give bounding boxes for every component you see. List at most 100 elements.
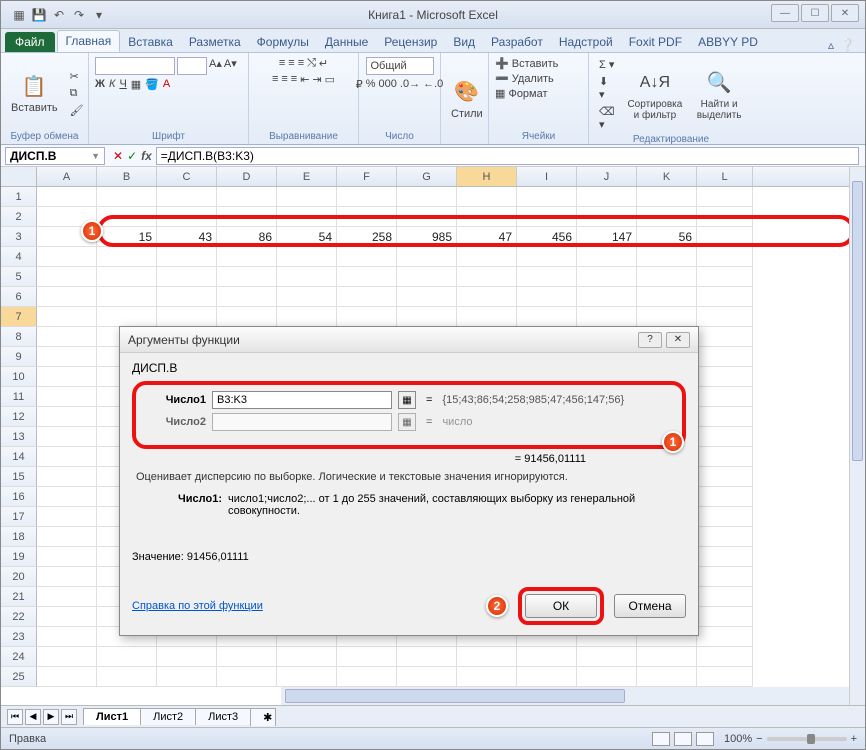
cell-A22[interactable]	[37, 607, 97, 627]
cell-A23[interactable]	[37, 627, 97, 647]
cell-I4[interactable]	[517, 247, 577, 267]
row-header-13[interactable]: 13	[1, 427, 37, 447]
col-header-L[interactable]: L	[697, 167, 753, 186]
row-header-16[interactable]: 16	[1, 487, 37, 507]
dialog-help-icon[interactable]: ?	[638, 332, 662, 348]
cell-I6[interactable]	[517, 287, 577, 307]
cell-H5[interactable]	[457, 267, 517, 287]
format-painter-icon[interactable]: 🖌	[66, 103, 88, 118]
cell-H24[interactable]	[457, 647, 517, 667]
cell-F1[interactable]	[337, 187, 397, 207]
cell-A14[interactable]	[37, 447, 97, 467]
arg2-input[interactable]	[212, 413, 392, 431]
cell-E1[interactable]	[277, 187, 337, 207]
cell-J6[interactable]	[577, 287, 637, 307]
cell-G4[interactable]	[397, 247, 457, 267]
enter-formula-icon[interactable]: ✓	[127, 149, 137, 163]
cell-L24[interactable]	[697, 647, 753, 667]
cell-I5[interactable]	[517, 267, 577, 287]
cell-A13[interactable]	[37, 427, 97, 447]
horizontal-scrollbar[interactable]	[281, 687, 849, 705]
cell-B6[interactable]	[97, 287, 157, 307]
cell-I25[interactable]	[517, 667, 577, 687]
maximize-button[interactable]: ☐	[801, 4, 829, 22]
decrease-font-icon[interactable]: A▾	[224, 57, 237, 75]
cell-I24[interactable]	[517, 647, 577, 667]
currency-icon[interactable]: ₽	[356, 78, 363, 91]
name-box[interactable]: ДИСП.В ▼	[5, 147, 105, 165]
fill-icon[interactable]: ⬇ ▾	[595, 74, 619, 102]
col-header-K[interactable]: K	[637, 167, 697, 186]
col-header-B[interactable]: B	[97, 167, 157, 186]
cell-G6[interactable]	[397, 287, 457, 307]
cell-K3[interactable]: 56	[637, 227, 697, 247]
cell-B3[interactable]: 15	[97, 227, 157, 247]
cell-I3[interactable]: 456	[517, 227, 577, 247]
cell-K4[interactable]	[637, 247, 697, 267]
cell-L18[interactable]	[697, 527, 753, 547]
cell-C2[interactable]	[157, 207, 217, 227]
cell-F2[interactable]	[337, 207, 397, 227]
sheet-nav-last-icon[interactable]: ⏭	[61, 709, 77, 725]
col-header-E[interactable]: E	[277, 167, 337, 186]
cell-E6[interactable]	[277, 287, 337, 307]
cell-K6[interactable]	[637, 287, 697, 307]
cell-C25[interactable]	[157, 667, 217, 687]
autosum-icon[interactable]: Σ ▾	[595, 57, 619, 72]
sort-filter-button[interactable]: A↓Я Сортировка и фильтр	[623, 67, 688, 123]
cell-D24[interactable]	[217, 647, 277, 667]
view-pagelayout-icon[interactable]	[674, 732, 692, 746]
cell-L22[interactable]	[697, 607, 753, 627]
cell-L12[interactable]	[697, 407, 753, 427]
tab-home[interactable]: Главная	[57, 30, 121, 52]
cell-J24[interactable]	[577, 647, 637, 667]
cell-B4[interactable]	[97, 247, 157, 267]
name-box-dropdown-icon[interactable]: ▼	[91, 151, 100, 161]
fill-color-icon[interactable]: 🪣	[145, 78, 159, 91]
tab-formulas[interactable]: Формулы	[249, 32, 317, 52]
cell-A8[interactable]	[37, 327, 97, 347]
cell-F5[interactable]	[337, 267, 397, 287]
cell-A15[interactable]	[37, 467, 97, 487]
cell-L23[interactable]	[697, 627, 753, 647]
hscroll-thumb[interactable]	[285, 689, 625, 703]
inc-decimal-icon[interactable]: .0→	[400, 78, 420, 91]
cell-C7[interactable]	[157, 307, 217, 327]
indent-dec-icon[interactable]: ⇤	[300, 73, 309, 86]
sheet-nav-next-icon[interactable]: ▶	[43, 709, 59, 725]
find-select-button[interactable]: 🔍 Найти и выделить	[691, 67, 747, 123]
cell-L7[interactable]	[697, 307, 753, 327]
cell-A1[interactable]	[37, 187, 97, 207]
cell-C3[interactable]: 43	[157, 227, 217, 247]
cell-J5[interactable]	[577, 267, 637, 287]
clear-icon[interactable]: ⌫ ▾	[595, 104, 619, 132]
cell-K7[interactable]	[637, 307, 697, 327]
row-header-5[interactable]: 5	[1, 267, 37, 287]
cell-D4[interactable]	[217, 247, 277, 267]
arg1-input[interactable]: B3:K3	[212, 391, 392, 409]
copy-icon[interactable]: ⧉	[66, 86, 88, 101]
row-header-24[interactable]: 24	[1, 647, 37, 667]
cell-C6[interactable]	[157, 287, 217, 307]
cell-H3[interactable]: 47	[457, 227, 517, 247]
ok-button[interactable]: ОК	[525, 594, 597, 618]
cell-L5[interactable]	[697, 267, 753, 287]
cell-F3[interactable]: 258	[337, 227, 397, 247]
col-header-C[interactable]: C	[157, 167, 217, 186]
tab-developer[interactable]: Разработ	[483, 32, 551, 52]
redo-icon[interactable]: ↷	[71, 7, 87, 23]
cell-J4[interactable]	[577, 247, 637, 267]
tab-abbyy[interactable]: ABBYY PD	[690, 32, 766, 52]
cell-C5[interactable]	[157, 267, 217, 287]
sheet-nav-prev-icon[interactable]: ◀	[25, 709, 41, 725]
cell-L4[interactable]	[697, 247, 753, 267]
cell-H25[interactable]	[457, 667, 517, 687]
cell-D25[interactable]	[217, 667, 277, 687]
cell-K24[interactable]	[637, 647, 697, 667]
cell-K5[interactable]	[637, 267, 697, 287]
cell-K2[interactable]	[637, 207, 697, 227]
align-bottom-icon[interactable]: ≡	[298, 57, 304, 70]
row-header-11[interactable]: 11	[1, 387, 37, 407]
merge-icon[interactable]: ▭	[325, 73, 335, 86]
comma-icon[interactable]: 000	[379, 78, 397, 91]
